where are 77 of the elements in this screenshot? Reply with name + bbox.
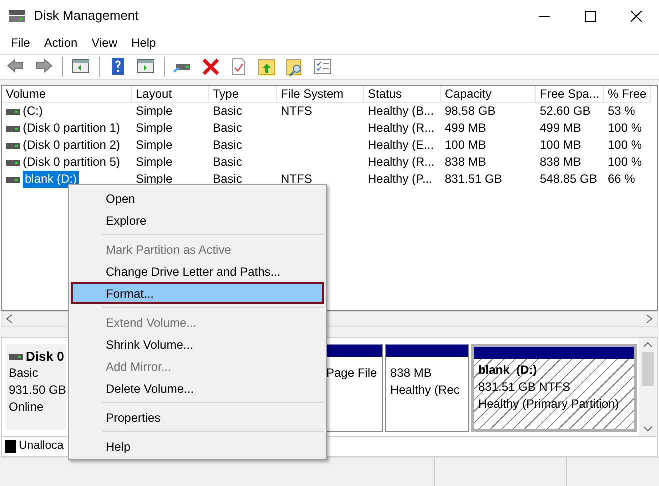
menu-item[interactable]: View — [84, 34, 124, 52]
table-cell: Simple — [136, 155, 173, 169]
table-cell: NTFS — [281, 172, 312, 186]
drive-icon — [8, 9, 26, 23]
table-cell: Simple — [136, 121, 173, 135]
column-header[interactable]: Capacity — [441, 86, 536, 103]
menu-item[interactable]: Properties — [71, 406, 324, 428]
maximize-icon[interactable] — [584, 10, 596, 22]
table-cell: 66 % — [608, 172, 636, 186]
column-header[interactable]: Volume — [2, 86, 132, 103]
table-cell: 499 MB — [540, 121, 582, 135]
table-cell: 831.51 GB — [445, 172, 502, 186]
partition[interactable]: 838 MB Healthy (Rec — [385, 344, 470, 432]
menu-item[interactable]: Open — [71, 187, 324, 209]
menu-item[interactable]: Explore — [71, 209, 324, 231]
table-cell: 499 MB — [445, 121, 486, 135]
column-header[interactable]: % Free — [604, 86, 651, 103]
legend-label: Unalloca — [19, 438, 64, 454]
window-title: Disk Management — [34, 7, 139, 26]
table-cell: 52.60 GB — [540, 104, 591, 118]
menu-item[interactable]: Help — [124, 34, 164, 52]
table-cell[interactable]: (Disk 0 partition 2) — [23, 137, 120, 154]
table-cell: Basic — [213, 138, 242, 152]
table-cell: 548.85 GB — [540, 172, 598, 186]
column-header[interactable]: File System — [277, 86, 364, 103]
column-header[interactable]: Free Spa... — [536, 86, 604, 103]
table-cell[interactable]: (Disk 0 partition 1) — [23, 120, 120, 137]
delete-icon[interactable] — [201, 57, 221, 77]
table-cell[interactable]: (C:) — [23, 103, 43, 120]
menu-item[interactable]: Shrink Volume... — [71, 333, 324, 355]
column-header[interactable]: Status — [364, 86, 441, 103]
table-cell[interactable]: (Disk 0 partition 5) — [23, 154, 120, 171]
disk-size: 931.50 GB — [9, 382, 66, 399]
scroll-thumb[interactable] — [642, 352, 654, 386]
table-cell[interactable]: blank (D:) — [23, 171, 80, 188]
checklist-icon[interactable] — [313, 57, 333, 77]
menu-item[interactable]: Format... — [71, 282, 324, 304]
disk-status: Online — [9, 399, 45, 416]
menu-item[interactable]: File — [4, 34, 38, 52]
table-cell: Healthy (R... — [368, 121, 435, 135]
table-cell: Basic — [213, 121, 242, 135]
table-cell: 100 MB — [445, 138, 486, 152]
table-cell: 838 MB — [445, 155, 486, 169]
table-cell: 100 MB — [540, 138, 582, 152]
table-cell: Healthy (B... — [368, 104, 434, 118]
partition[interactable]: blank (D:) 831.51 GB NTFS Healthy (Primary Partition) — [471, 344, 638, 432]
menu-item[interactable]: Help — [71, 435, 324, 457]
menu-item[interactable]: Action — [37, 34, 85, 52]
table-cell: 100 % — [608, 121, 642, 135]
disk-name: Disk 0 — [26, 348, 64, 365]
table-cell: 838 MB — [540, 155, 582, 169]
table-cell: Basic — [213, 172, 242, 186]
menu-item[interactable]: Change Drive Letter and Paths... — [71, 260, 324, 282]
table-cell: 53 % — [608, 104, 636, 118]
table-cell: Basic — [213, 104, 242, 118]
table-cell: Healthy (R... — [368, 155, 435, 169]
table-cell: Healthy (E... — [368, 138, 434, 152]
close-icon[interactable] — [630, 10, 642, 22]
table-cell: 98.58 GB — [445, 104, 496, 118]
column-header[interactable]: Type — [209, 86, 277, 103]
menu-item[interactable]: Delete Volume... — [71, 377, 324, 399]
drive-icon — [6, 158, 20, 166]
drive-icon — [6, 142, 20, 150]
disk-type: Basic — [9, 365, 40, 382]
table-cell: NTFS — [281, 104, 312, 118]
table-cell: Simple — [136, 104, 173, 118]
table-cell: Healthy (P... — [368, 172, 432, 186]
table-cell: Simple — [136, 172, 173, 186]
table-cell: 100 % — [608, 138, 642, 152]
drive-icon — [6, 108, 20, 116]
table-cell: 100 % — [608, 155, 642, 169]
drive-icon — [6, 124, 20, 132]
table-cell: Simple — [136, 138, 173, 152]
column-header[interactable]: Layout — [132, 86, 209, 103]
drive-icon — [6, 176, 20, 184]
drive-icon — [9, 352, 23, 360]
table-cell: Basic — [213, 155, 242, 169]
